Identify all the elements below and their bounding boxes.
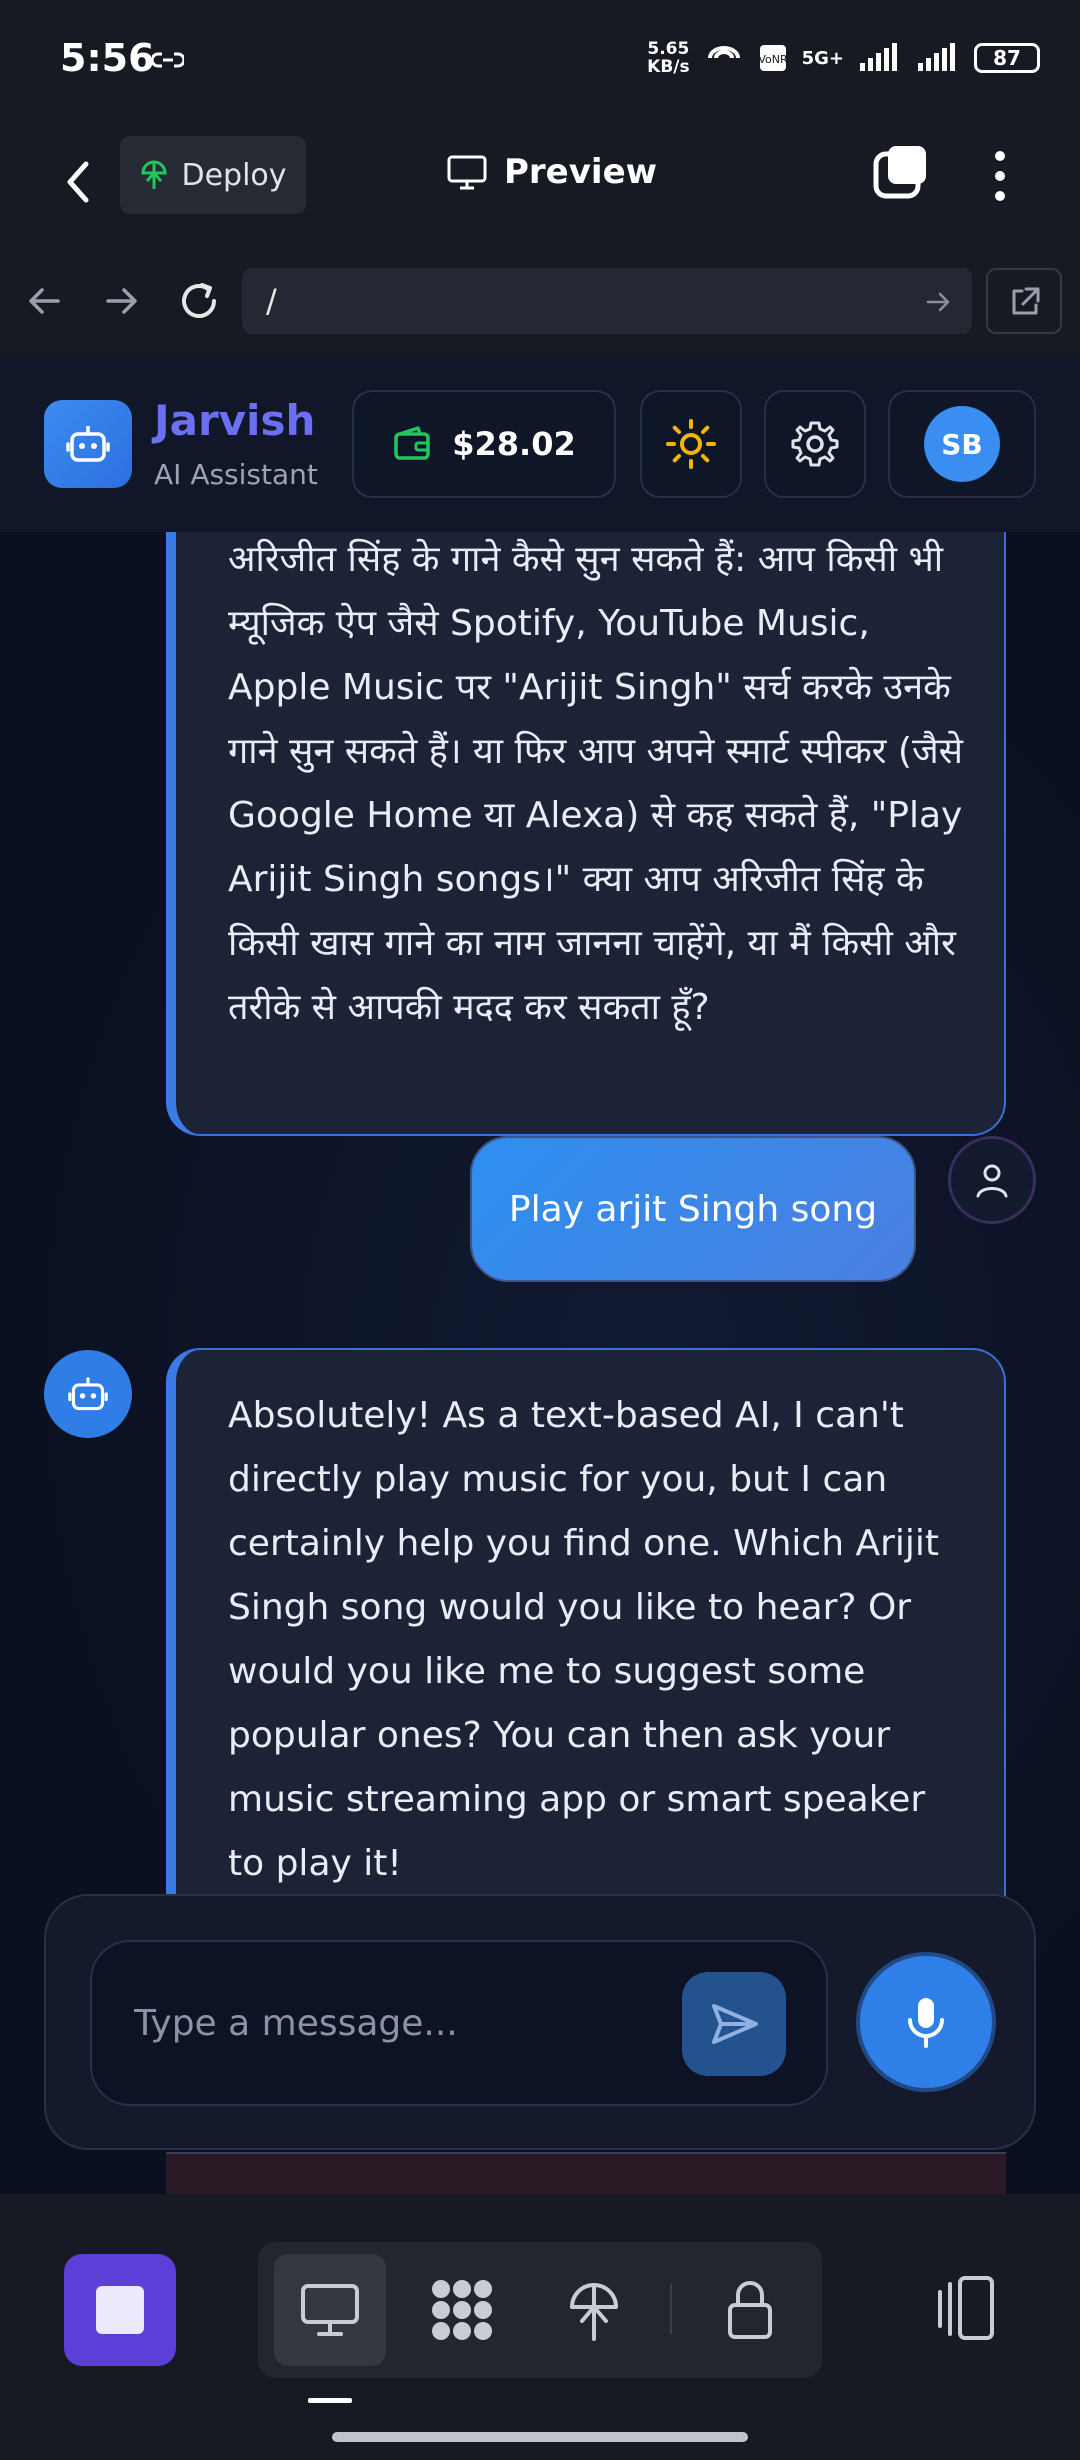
profile-button[interactable]: SB — [888, 390, 1036, 498]
deploy-nav-icon — [570, 2283, 618, 2341]
monitor-icon — [447, 155, 487, 190]
app-logo — [44, 400, 132, 488]
hotspot-icon — [707, 46, 740, 59]
svg-text:VoNR: VoNR — [758, 53, 788, 66]
assistant-message: अरिजीत सिंह के गाने कैसे सुन सकते हैं: आ… — [166, 532, 1006, 1136]
open-external-icon — [1012, 287, 1040, 315]
url-bar: / — [0, 248, 1080, 354]
deploy-label: Deploy — [181, 157, 287, 193]
assistant-message: Absolutely! As a text-based AI, I can't … — [166, 1348, 1006, 1988]
composer-panel — [44, 1894, 1036, 2150]
url-field[interactable]: / — [242, 268, 972, 334]
reload-icon[interactable] — [172, 274, 226, 328]
settings-button[interactable] — [764, 390, 866, 498]
gear-icon — [791, 421, 839, 467]
desktop-view-button[interactable] — [274, 2254, 386, 2366]
deploy-button[interactable]: Deploy — [120, 136, 306, 214]
sun-icon — [666, 419, 716, 469]
stop-icon — [96, 2286, 144, 2334]
battery-indicator: 87 — [974, 43, 1040, 73]
arrow-left-icon[interactable] — [18, 274, 72, 328]
bot-icon — [66, 426, 110, 462]
message-input[interactable] — [132, 1992, 636, 2054]
arrow-right-icon[interactable] — [94, 274, 148, 328]
stop-button[interactable] — [64, 2254, 176, 2366]
wallet-icon — [394, 426, 430, 460]
network-type: 5G+ — [801, 47, 844, 69]
assistant-avatar — [44, 1350, 132, 1438]
more-icon[interactable] — [980, 146, 1020, 206]
back-icon[interactable] — [50, 152, 110, 212]
deploy-nav-button[interactable] — [538, 2254, 650, 2366]
open-external-button[interactable] — [986, 268, 1062, 334]
url-text: / — [266, 282, 277, 320]
status-indicators: 5.65 KB/s VoNR 5G+ 87 — [647, 40, 1040, 76]
message-input-wrapper — [90, 1940, 828, 2106]
preview-title: Preview — [446, 152, 657, 192]
home-indicator[interactable] — [332, 2432, 748, 2442]
next-message-edge — [166, 2152, 1006, 2194]
status-time: 5:56 — [60, 36, 155, 80]
signal-icon-1 — [860, 43, 897, 71]
nav-divider — [670, 2284, 672, 2334]
desktop-icon — [301, 2284, 359, 2336]
lock-button[interactable] — [694, 2254, 806, 2366]
rotate-icon[interactable] — [910, 2264, 1010, 2354]
signal-icon-2 — [918, 43, 955, 71]
go-arrow-icon[interactable] — [924, 288, 952, 316]
send-button[interactable] — [682, 1972, 786, 2076]
link-icon — [152, 52, 184, 68]
grid-icon — [432, 2280, 492, 2340]
balance-amount: $28.02 — [452, 425, 576, 463]
volte-icon: VoNR — [758, 45, 788, 71]
theme-toggle-button[interactable] — [640, 390, 742, 498]
bot-icon — [68, 1377, 108, 1411]
active-tab-indicator — [308, 2398, 352, 2403]
avatar: SB — [924, 406, 1000, 482]
balance-button[interactable]: $28.02 — [352, 390, 616, 498]
status-bar: 5:56 5.65 KB/s VoNR 5G+ 87 — [0, 0, 1080, 120]
pages-icon[interactable] — [870, 142, 930, 202]
brand-name: Jarvish — [154, 396, 316, 445]
app-bar: Deploy Preview — [0, 120, 1080, 249]
brand-subtitle: AI Assistant — [154, 458, 318, 491]
user-avatar — [948, 1136, 1036, 1224]
deploy-icon — [141, 160, 167, 189]
send-icon — [712, 2004, 758, 2044]
lock-icon — [728, 2281, 772, 2339]
apps-button[interactable] — [406, 2254, 518, 2366]
mic-button[interactable] — [856, 1952, 996, 2092]
user-message: Play arjit Singh song — [470, 1136, 916, 1282]
view-switcher — [258, 2242, 822, 2378]
net-speed: 5.65 KB/s — [647, 39, 690, 77]
user-icon — [976, 1164, 1008, 1198]
chat-header: Jarvish AI Assistant $28.02 SB — [0, 354, 1080, 533]
mic-icon — [908, 1998, 944, 2048]
bottom-toolbar — [0, 2194, 1080, 2460]
